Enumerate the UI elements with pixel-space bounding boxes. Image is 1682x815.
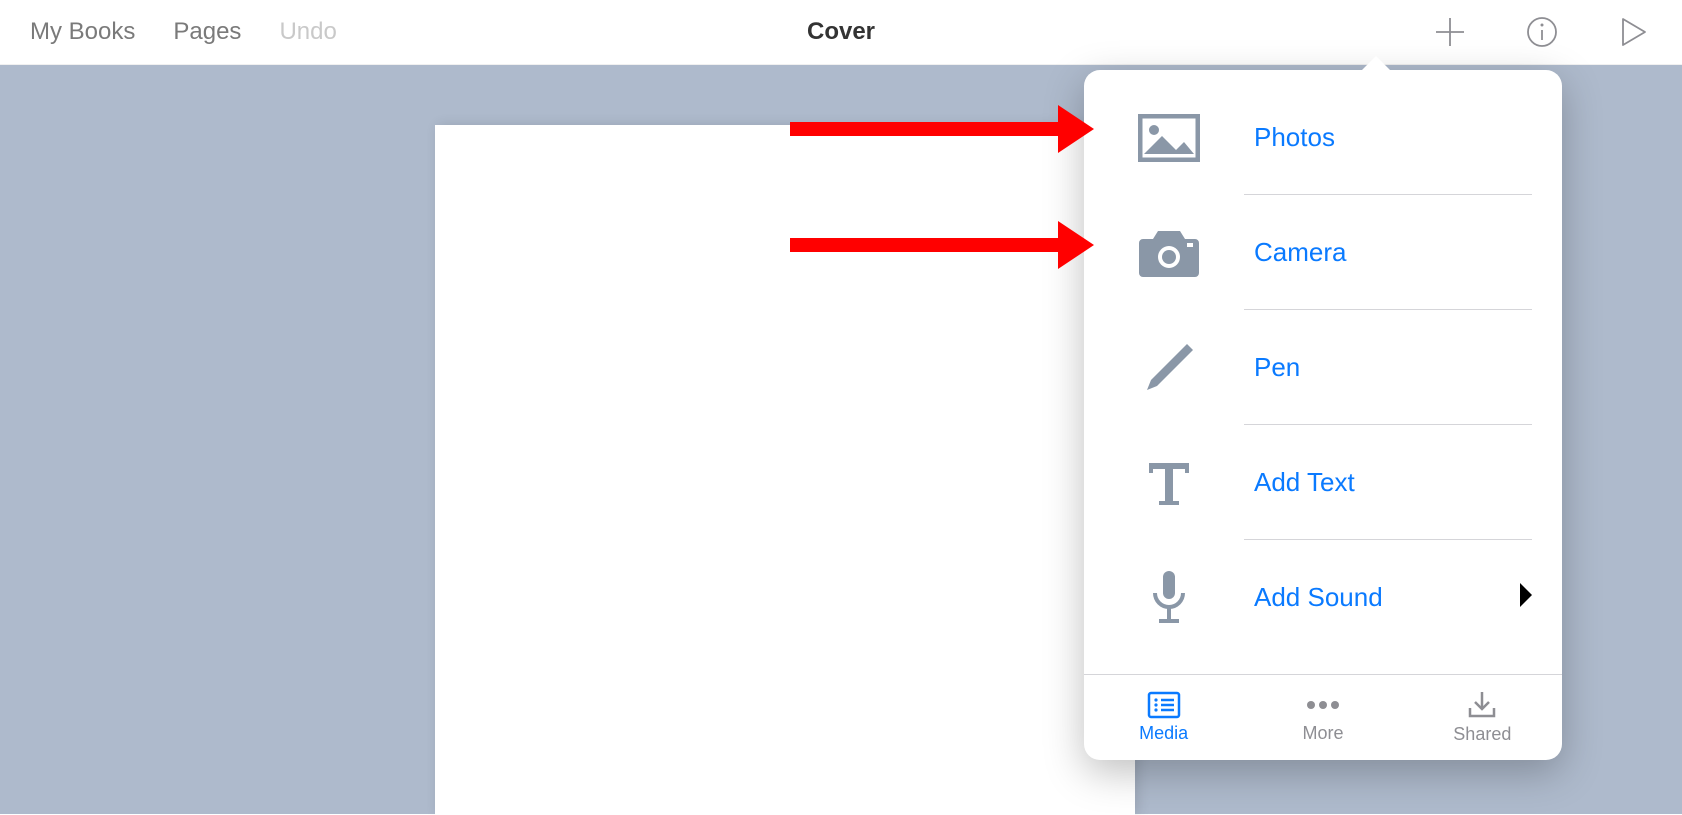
download-icon (1466, 690, 1498, 720)
list-icon (1147, 691, 1181, 719)
add-button[interactable] (1432, 14, 1468, 50)
play-icon (1619, 15, 1649, 49)
chevron-right-icon (1520, 583, 1532, 612)
toolbar-right (1432, 14, 1652, 50)
menu-item-add-sound[interactable]: Add Sound (1084, 540, 1562, 655)
popover-list: Photos Camera Pen (1084, 70, 1562, 674)
microphone-icon (1129, 569, 1209, 627)
photos-icon (1129, 114, 1209, 162)
tab-label: More (1302, 723, 1343, 744)
info-icon (1525, 15, 1559, 49)
menu-item-label: Pen (1254, 352, 1300, 383)
text-icon (1129, 457, 1209, 509)
more-icon (1303, 691, 1343, 719)
tab-shared[interactable]: Shared (1403, 675, 1562, 760)
info-button[interactable] (1524, 14, 1560, 50)
camera-icon (1129, 227, 1209, 279)
undo-button[interactable]: Undo (279, 18, 336, 46)
my-books-button[interactable]: My Books (30, 18, 135, 46)
add-popover: Photos Camera Pen (1084, 70, 1562, 760)
menu-item-pen[interactable]: Pen (1084, 310, 1562, 425)
menu-item-photos[interactable]: Photos (1084, 80, 1562, 195)
menu-item-label: Camera (1254, 237, 1346, 268)
toolbar: My Books Pages Undo Cover (0, 0, 1682, 65)
tab-label: Shared (1453, 724, 1511, 745)
pen-icon (1129, 340, 1209, 396)
tab-media[interactable]: Media (1084, 675, 1243, 760)
menu-item-label: Add Text (1254, 467, 1355, 498)
arrow-annotation-camera (790, 238, 1060, 252)
play-button[interactable] (1616, 14, 1652, 50)
page-title: Cover (807, 18, 875, 46)
menu-item-camera[interactable]: Camera (1084, 195, 1562, 310)
toolbar-left: My Books Pages Undo (30, 18, 337, 46)
menu-item-label: Photos (1254, 122, 1335, 153)
tab-label: Media (1139, 723, 1188, 744)
arrow-annotation-photos (790, 122, 1060, 136)
popover-tabs: Media More Shared (1084, 674, 1562, 760)
pages-button[interactable]: Pages (173, 18, 241, 46)
plus-icon (1433, 15, 1467, 49)
menu-item-label: Add Sound (1254, 582, 1383, 613)
tab-more[interactable]: More (1243, 675, 1402, 760)
menu-item-add-text[interactable]: Add Text (1084, 425, 1562, 540)
page-canvas[interactable] (435, 125, 1135, 815)
